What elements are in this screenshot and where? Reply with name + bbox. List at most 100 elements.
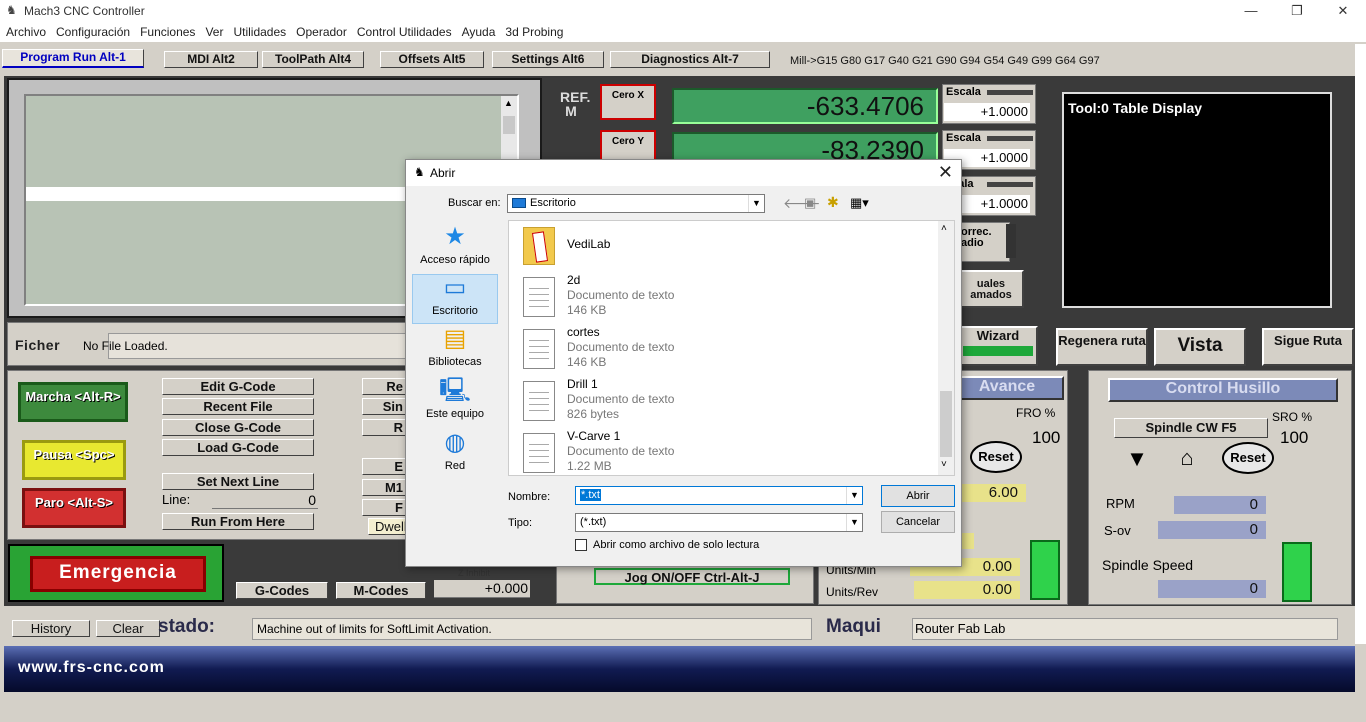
file-list-scrollbar[interactable]: ˄ ˅	[938, 221, 954, 475]
filetype-select[interactable]: (*.txt) ▼	[575, 513, 863, 532]
mcodes-button[interactable]: M-Codes	[336, 582, 426, 599]
close-button[interactable]: ✕	[1320, 0, 1366, 22]
block-delete-button[interactable]: E	[362, 458, 408, 475]
menu-3d-probing[interactable]: 3d Probing	[500, 22, 568, 39]
place-this-pc[interactable]: 🖳 Este equipo	[412, 378, 498, 428]
place-libraries[interactable]: ▤ Bibliotecas	[412, 326, 498, 376]
close-gcode-button[interactable]: Close G-Code	[162, 419, 314, 436]
tab-program-run[interactable]: Program Run Alt-1	[2, 49, 144, 68]
pause-button[interactable]: Pausa <Spc>	[22, 440, 126, 480]
filename-input[interactable]: *.txt ▼	[575, 486, 863, 505]
stop-button[interactable]: Paro <Alt-S>	[22, 488, 126, 528]
clear-button[interactable]: Clear	[96, 620, 160, 637]
reverse-run-button[interactable]: R	[362, 419, 408, 436]
follow-path-button[interactable]: Sigue Ruta	[1262, 328, 1354, 366]
filetype-label: Tipo:	[508, 517, 533, 529]
feed-override-field[interactable]: 6.00	[956, 484, 1026, 502]
spindle-cw-button[interactable]: Spindle CW F5	[1114, 418, 1268, 438]
tab-diagnostics[interactable]: Diagnostics Alt-7	[610, 51, 770, 68]
list-item[interactable]: V-Carve 1 Documento de texto 1.22 MB	[519, 429, 939, 481]
look-in-select[interactable]: Escritorio ▼	[507, 194, 765, 213]
new-folder-icon[interactable]: ✱	[827, 194, 839, 211]
feed-reset-button[interactable]: Reset	[970, 441, 1022, 473]
chevron-down-icon[interactable]: ▼	[748, 195, 764, 212]
m1-optional-stop-button[interactable]: M1	[362, 479, 408, 496]
gcodes-button[interactable]: G-Codes	[236, 582, 328, 599]
units-rev-field[interactable]: 0.00	[914, 581, 1020, 599]
sov-field[interactable]: 0	[1158, 521, 1266, 539]
scroll-up-icon[interactable]: ▲	[504, 98, 513, 108]
minimize-button[interactable]: —	[1228, 0, 1274, 22]
open-button[interactable]: Abrir	[881, 485, 955, 507]
up-folder-icon[interactable]: ▣	[804, 195, 816, 211]
look-in-value: Escritorio	[530, 197, 576, 209]
rpm-field[interactable]: 0	[1174, 496, 1266, 514]
file-name: Drill 1	[567, 377, 598, 391]
menu-archivo[interactable]: Archivo	[0, 22, 51, 39]
spindle-reset-button[interactable]: Reset	[1222, 442, 1274, 474]
spindle-down-icon[interactable]: ▼	[1122, 448, 1152, 470]
restore-button[interactable]: ❐	[1274, 0, 1320, 22]
regen-toolpath-button[interactable]: Regenera ruta	[1056, 328, 1148, 366]
file-list[interactable]: VediLab 2d Documento de texto 146 KB cor…	[508, 220, 955, 476]
jog-toggle-button[interactable]: Jog ON/OFF Ctrl-Alt-J	[594, 568, 790, 585]
list-item[interactable]: VediLab	[519, 223, 939, 275]
spindle-level-bar	[1282, 542, 1312, 602]
scroll-down-icon[interactable]: ˅	[941, 459, 947, 470]
tab-settings[interactable]: Settings Alt6	[492, 51, 604, 68]
chevron-down-icon[interactable]: ▼	[846, 514, 862, 531]
menu-control-utilidades[interactable]: Control Utilidades	[352, 22, 457, 39]
menu-configuracion[interactable]: Configuración	[51, 22, 135, 39]
z-inhibit-field[interactable]: +0.000	[434, 580, 530, 598]
dialog-close-icon[interactable]: ✕	[938, 162, 953, 183]
list-item[interactable]: Drill 1 Documento de texto 826 bytes	[519, 377, 939, 429]
line-field[interactable]: 0	[212, 492, 318, 509]
menu-ver[interactable]: Ver	[200, 22, 228, 39]
load-gcode-button[interactable]: Load G-Code	[162, 439, 314, 456]
wizard-button[interactable]: Wizard	[958, 326, 1038, 366]
display-mode-button[interactable]: Vista	[1154, 328, 1246, 366]
scrollbar-thumb[interactable]	[503, 116, 515, 134]
spindle-up-icon[interactable]: ⌂	[1172, 446, 1202, 470]
line-label: Line:	[162, 492, 191, 507]
place-network[interactable]: ◍ Red	[412, 430, 498, 480]
x-scale-value[interactable]: +1.0000	[944, 103, 1030, 121]
rewind-button[interactable]: Re	[362, 378, 408, 395]
tab-offsets[interactable]: Offsets Alt5	[380, 51, 484, 68]
list-item[interactable]: cortes Documento de texto 146 KB	[519, 325, 939, 377]
scroll-up-icon[interactable]: ˄	[941, 223, 947, 234]
readonly-checkbox[interactable]	[575, 539, 587, 551]
menu-utilidades[interactable]: Utilidades	[228, 22, 291, 39]
spindle-header: Control Husillo	[1108, 378, 1338, 402]
set-next-line-button[interactable]: Set Next Line	[162, 473, 314, 490]
view-menu-icon[interactable]: ▦▾	[850, 195, 869, 211]
machine-coords-button[interactable]: uales amados	[958, 270, 1024, 308]
history-button[interactable]: History	[12, 620, 90, 637]
recent-file-button[interactable]: Recent File	[162, 398, 314, 415]
place-desktop[interactable]: ▭ Escritorio	[412, 274, 498, 324]
place-quick-access[interactable]: ★ Acceso rápido	[412, 224, 498, 274]
flood-button[interactable]: F	[362, 499, 408, 516]
scrollbar-thumb[interactable]	[940, 391, 952, 457]
sro-value[interactable]: 100	[1280, 428, 1308, 448]
menu-operador[interactable]: Operador	[291, 22, 352, 39]
menu-ayuda[interactable]: Ayuda	[457, 22, 501, 39]
edit-gcode-button[interactable]: Edit G-Code	[162, 378, 314, 395]
tab-mdi[interactable]: MDI Alt2	[164, 51, 258, 68]
zero-x-button[interactable]: Cero X	[600, 84, 656, 120]
run-from-here-button[interactable]: Run From Here	[162, 513, 314, 530]
menu-funciones[interactable]: Funciones	[135, 22, 200, 39]
footer-url[interactable]: www.frs-cnc.com	[18, 659, 165, 677]
single-block-button[interactable]: Sin	[362, 398, 408, 415]
list-item[interactable]: 2d Documento de texto 146 KB	[519, 273, 939, 325]
tab-toolpath[interactable]: ToolPath Alt4	[262, 51, 364, 68]
cycle-start-button[interactable]: Marcha <Alt-R>	[18, 382, 128, 422]
chevron-down-icon[interactable]: ▼	[846, 487, 862, 504]
file-size: 826 bytes	[567, 407, 620, 421]
x-dro[interactable]: -633.4706	[672, 88, 938, 124]
fro-value[interactable]: 100	[1032, 428, 1060, 448]
emergency-button[interactable]: Emergencia	[30, 556, 206, 592]
dwell-button[interactable]: Dwell	[368, 518, 408, 535]
spindle-speed-field[interactable]: 0	[1158, 580, 1266, 598]
cancel-button[interactable]: Cancelar	[881, 511, 955, 533]
